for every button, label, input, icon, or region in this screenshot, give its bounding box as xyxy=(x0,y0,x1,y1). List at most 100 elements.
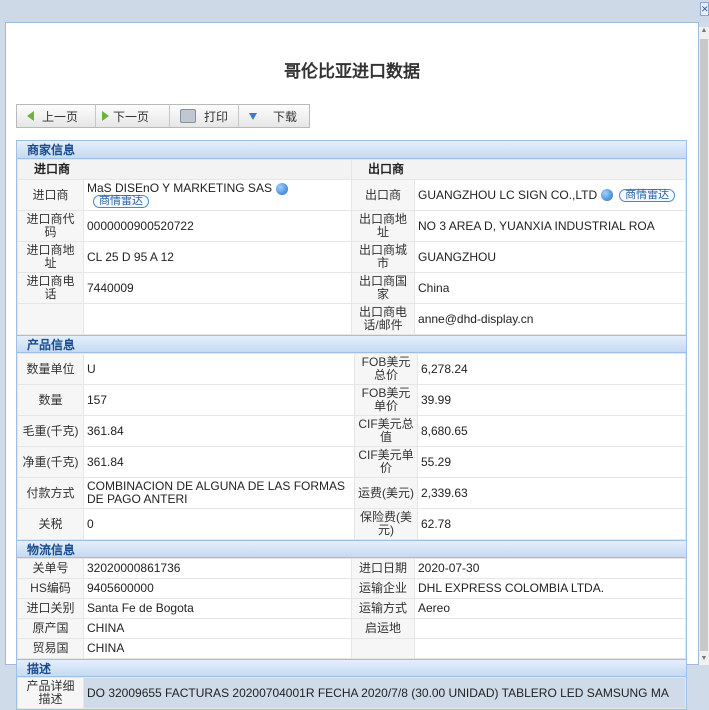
field-label: FOB美元总价 xyxy=(354,353,418,386)
field-label: 付款方式 xyxy=(17,477,84,510)
table-row: 毛重(千克) 361.84 CIF美元总值 8,680.65 xyxy=(17,415,686,448)
field-value xyxy=(82,303,353,336)
field-label xyxy=(351,638,415,660)
scroll-up-icon[interactable]: ▲ xyxy=(699,27,709,37)
table-row: 付款方式 COMBINACION DE ALGUNA DE LAS FORMAS … xyxy=(17,477,686,510)
section-header-description: 描述 xyxy=(17,659,686,678)
field-label: 出口商城市 xyxy=(351,241,416,274)
exporter-column-header: 出口商 xyxy=(351,159,686,180)
field-label: 进口关别 xyxy=(17,598,84,620)
field-label: 原产国 xyxy=(17,618,84,640)
merchant-table: 进口商 出口商 进口商 MaS DISEnO Y MARKETING SAS商情雷… xyxy=(16,159,686,336)
field-label: 出口商 xyxy=(351,178,416,212)
table-row: 进口商 MaS DISEnO Y MARKETING SAS商情雷达 出口商 G… xyxy=(17,178,686,212)
exporter-radar-button[interactable]: 商情雷达 xyxy=(619,188,676,202)
field-label: 进口商代码 xyxy=(17,210,84,243)
table-row: 净重(千克) 361.84 CIF美元单价 55.29 xyxy=(17,446,686,479)
field-label: 毛重(千克) xyxy=(17,415,84,448)
prev-label: 上一页 xyxy=(42,109,79,124)
table-row: 关单号 32020000861736 进口日期 2020-07-30 xyxy=(17,558,686,580)
field-label: 保险费(美元) xyxy=(354,508,418,541)
section-header-merchant: 商家信息 xyxy=(17,141,686,159)
field-value: 55.29 xyxy=(417,446,686,479)
product-table: 数量单位 U FOB美元总价 6,278.24 数量 157 FOB美元单价 39.99 毛… xyxy=(17,353,686,541)
field-value: 9405600000 xyxy=(83,578,352,600)
scroll-down-icon[interactable]: ▼ xyxy=(699,655,709,665)
globe-icon[interactable] xyxy=(275,182,288,195)
download-label: 下载 xyxy=(273,109,298,124)
field-label: 进口商地址 xyxy=(17,241,84,274)
arrow-right-icon xyxy=(102,111,109,121)
table-row: 关税 0 保险费(美元) 62.78 xyxy=(17,508,686,541)
prev-page-button[interactable]: 上一页 xyxy=(17,105,96,127)
download-button[interactable]: 下载 xyxy=(239,105,309,127)
next-label: 下一页 xyxy=(113,109,150,124)
field-value: 157 xyxy=(83,384,355,417)
close-icon[interactable]: ✕ xyxy=(700,2,709,16)
field-label: 运输企业 xyxy=(351,578,415,600)
field-label: 启运地 xyxy=(351,618,415,640)
field-value xyxy=(414,618,686,640)
field-value: 62.78 xyxy=(417,508,686,541)
field-label: 关税 xyxy=(17,508,84,541)
field-label: 数量 xyxy=(17,384,84,417)
table-row: 出口商电话/邮件 anne@dhd-display.cn xyxy=(17,303,686,336)
field-label: 关单号 xyxy=(17,558,84,580)
field-label: 产品详细描述 xyxy=(17,677,84,710)
product-description: DO 32009655 FACTURAS 20200704001R FECHA … xyxy=(83,677,686,710)
field-value xyxy=(414,638,686,660)
next-page-button[interactable]: 下一页 xyxy=(96,105,170,127)
field-value: 2,339.63 xyxy=(417,477,686,510)
table-row: 贸易国 CHINA xyxy=(17,638,686,660)
print-label: 打印 xyxy=(204,109,229,124)
field-value: 32020000861736 xyxy=(83,558,352,580)
description-table: 产品详细描述 DO 32009655 FACTURAS 20200704001R … xyxy=(17,677,686,710)
importer-radar-button[interactable]: 商情雷达 xyxy=(93,195,149,209)
printer-icon xyxy=(180,109,196,123)
field-label: 运费(美元) xyxy=(354,477,418,510)
field-value: 361.84 xyxy=(83,415,355,448)
field-value: CHINA xyxy=(83,618,352,640)
scroll-thumb[interactable] xyxy=(700,39,708,651)
window-titlebar: ✕ xyxy=(0,0,709,22)
table-row: 进口商地址 CL 25 D 95 A 12 出口商城市 GUANGZHOU xyxy=(17,241,686,274)
table-row: 进口商代码 0000000900520722 出口商地址 NO 3 AREA D, Y… xyxy=(17,210,686,243)
importer-name: MaS DISEnO Y MARKETING SAS xyxy=(87,181,272,195)
field-label: 运输方式 xyxy=(351,598,415,620)
field-value: U xyxy=(83,353,355,386)
arrow-left-icon xyxy=(27,111,34,121)
table-row: 产品详细描述 DO 32009655 FACTURAS 20200704001R … xyxy=(17,677,686,710)
table-row: 进口关别 Santa Fe de Bogota 运输方式 Aereo xyxy=(17,598,686,620)
field-label: 数量单位 xyxy=(17,353,84,386)
field-value: Santa Fe de Bogota xyxy=(83,598,352,620)
field-label: FOB美元单价 xyxy=(354,384,418,417)
field-value: NO 3 AREA D, YUANXIA INDUSTRIAL ROA xyxy=(414,210,686,243)
field-value: CL 25 D 95 A 12 xyxy=(82,241,353,274)
scrollbar[interactable]: ▲ ▼ xyxy=(699,27,709,665)
table-row: 数量 157 FOB美元单价 39.99 xyxy=(17,384,686,417)
field-value: GUANGZHOU LC SIGN CO.,LTD 商情雷达 xyxy=(414,178,686,212)
section-header-logistics: 物流信息 xyxy=(17,540,686,559)
field-label: 进口商 xyxy=(17,178,84,212)
field-value: 0 xyxy=(83,508,355,541)
field-label: 净重(千克) xyxy=(17,446,84,479)
exporter-name: GUANGZHOU LC SIGN CO.,LTD xyxy=(418,187,598,202)
field-label: CIF美元单价 xyxy=(354,446,418,479)
importer-column-header: 进口商 xyxy=(16,159,353,180)
field-label: HS编码 xyxy=(17,578,84,600)
table-row: HS编码 9405600000 运输企业 DHL EXPRESS COLOMBIA L… xyxy=(17,578,686,600)
print-button[interactable]: 打印 xyxy=(170,105,239,127)
globe-icon[interactable] xyxy=(601,189,614,202)
field-value: COMBINACION DE ALGUNA DE LAS FORMAS DE P… xyxy=(83,477,355,510)
field-value: 0000000900520722 xyxy=(82,210,353,243)
field-label: 进口商电话 xyxy=(17,272,84,305)
logistics-table: 关单号 32020000861736 进口日期 2020-07-30 HS编码 9405… xyxy=(17,558,686,660)
field-value: 7440009 xyxy=(82,272,353,305)
detail-container: 商家信息 进口商 出口商 进口商 MaS DISEnO Y MARKETING S… xyxy=(16,140,687,710)
field-value: 8,680.65 xyxy=(417,415,686,448)
toolbar: 上一页 下一页 打印 下载 xyxy=(16,104,310,128)
field-value: MaS DISEnO Y MARKETING SAS商情雷达 xyxy=(82,178,353,212)
field-label: 贸易国 xyxy=(17,638,84,660)
field-label xyxy=(17,303,84,336)
field-value: anne@dhd-display.cn xyxy=(414,303,686,336)
